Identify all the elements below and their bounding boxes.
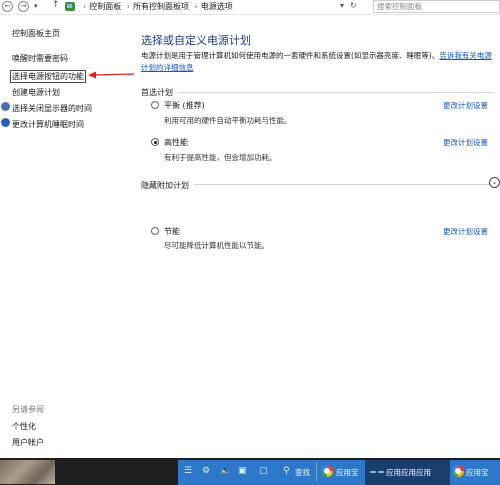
search-input[interactable]: 搜索控制面板: [373, 0, 500, 13]
see-also-heading: 另请参阅: [12, 405, 44, 414]
window-icon[interactable]: ▢: [259, 466, 268, 476]
app-store-label[interactable]: 应用宝: [466, 467, 489, 478]
plan-name[interactable]: 高性能: [164, 137, 188, 148]
sidebar-item-power-buttons[interactable]: 选择电源按钮的功能: [10, 70, 86, 83]
sidebar-item-wake-password[interactable]: 唤醒时需要密码: [12, 53, 68, 64]
plan-description: 有利于提高性能，但会增加功耗。: [164, 153, 277, 162]
divider: [194, 184, 489, 185]
menu-icon[interactable]: ☰: [184, 466, 192, 476]
sidebar-item-create-plan[interactable]: 创建电源计划: [12, 87, 60, 98]
shield-icon: [1, 118, 10, 127]
breadcrumb-item[interactable]: 控制面板: [89, 2, 121, 11]
search-icon[interactable]: ⚲: [283, 466, 290, 476]
breadcrumb-separator-icon: ›: [83, 2, 87, 11]
taskbar: ☰ ⚙ 🔈 ▣ ▢ ⚲ 查找 应用宝 应用应用应用 应用宝: [0, 458, 500, 485]
divider: [178, 92, 494, 93]
sidebar-home-link[interactable]: 控制面板主页: [12, 28, 60, 39]
change-plan-settings-link[interactable]: 更改计划设置: [443, 226, 488, 237]
dash-icon: [378, 471, 384, 473]
change-plan-settings-link[interactable]: 更改计划设置: [443, 100, 488, 111]
expand-chevron-icon[interactable]: ⌄: [489, 177, 500, 188]
folder-icon[interactable]: ▣: [238, 466, 247, 476]
plan-power-saver-radio[interactable]: [151, 227, 159, 235]
display-icon: [1, 102, 10, 111]
preferred-plans-heading: 首选计划: [141, 88, 173, 97]
control-panel-icon: [65, 2, 75, 11]
breadcrumb-item[interactable]: 电源选项: [201, 2, 233, 11]
page-description: 电源计划是用于管理计算机如何使用电源的一套硬件和系统设置(如显示器亮度、睡眠等)…: [141, 50, 496, 74]
up-button[interactable]: ↑: [52, 0, 60, 10]
hidden-plans-heading[interactable]: 隐藏附加计划: [141, 180, 189, 191]
plan-description: 尽可能降低计算机性能以节能。: [164, 241, 269, 250]
back-button[interactable]: ←: [2, 1, 13, 12]
gear-icon[interactable]: ⚙: [202, 466, 210, 476]
breadcrumb-item[interactable]: 所有控制面板项: [133, 2, 189, 11]
refresh-icon[interactable]: ↻: [350, 1, 357, 10]
volume-icon[interactable]: 🔈: [220, 466, 231, 476]
running-app-label[interactable]: 应用应用应用: [386, 467, 431, 478]
plan-description: 利用可用的硬件自动平衡功耗与性能。: [164, 116, 292, 125]
plan-name[interactable]: 平衡 (推荐): [164, 100, 205, 111]
app-store-logo-icon[interactable]: [321, 465, 333, 477]
description-text: 电源计划是用于管理计算机如何使用电源的一套硬件和系统设置(如显示器亮度、睡眠等)…: [141, 51, 440, 60]
change-plan-settings-link[interactable]: 更改计划设置: [443, 137, 488, 148]
see-also-personalization-link[interactable]: 个性化: [12, 421, 36, 432]
page-title: 选择或自定义电源计划: [141, 34, 251, 47]
plan-name[interactable]: 节能: [164, 226, 180, 237]
plan-high-performance-radio[interactable]: [151, 138, 159, 146]
dropdown-icon[interactable]: ▾: [340, 1, 344, 10]
recent-locations-dropdown[interactable]: ▾: [34, 2, 38, 10]
dash-icon: [370, 471, 376, 473]
breadcrumb-separator-icon: ›: [126, 2, 130, 11]
breadcrumb: › 控制面板 › 所有控制面板项 › 电源选项: [80, 1, 233, 12]
sidebar-item-sleep-time[interactable]: 更改计算机睡眠时间: [12, 119, 84, 130]
sidebar: 控制面板主页 唤醒时需要密码 选择电源按钮的功能 创建电源计划 选择关闭显示器的…: [0, 18, 108, 458]
app-store-label[interactable]: 应用宝: [336, 467, 359, 478]
window-thumbnail[interactable]: [0, 460, 55, 484]
app-store-logo-icon[interactable]: [452, 465, 464, 477]
forward-button[interactable]: →: [18, 1, 29, 12]
address-tools: ▾ ↻: [340, 1, 363, 10]
taskbar-separator: [316, 462, 317, 481]
address-bar: ← → ▾ ↑ › 控制面板 › 所有控制面板项 › 电源选项 ▾ ↻ 搜索控制面板: [0, 0, 500, 15]
annotation-arrow-icon: [88, 71, 134, 79]
sidebar-item-display-off[interactable]: 选择关闭显示器的时间: [12, 103, 92, 114]
see-also-user-accounts-link[interactable]: 用户帐户: [12, 437, 44, 448]
plan-balanced-radio[interactable]: [151, 101, 159, 109]
breadcrumb-separator-icon: ›: [194, 2, 198, 11]
search-label[interactable]: 查找: [295, 467, 310, 478]
